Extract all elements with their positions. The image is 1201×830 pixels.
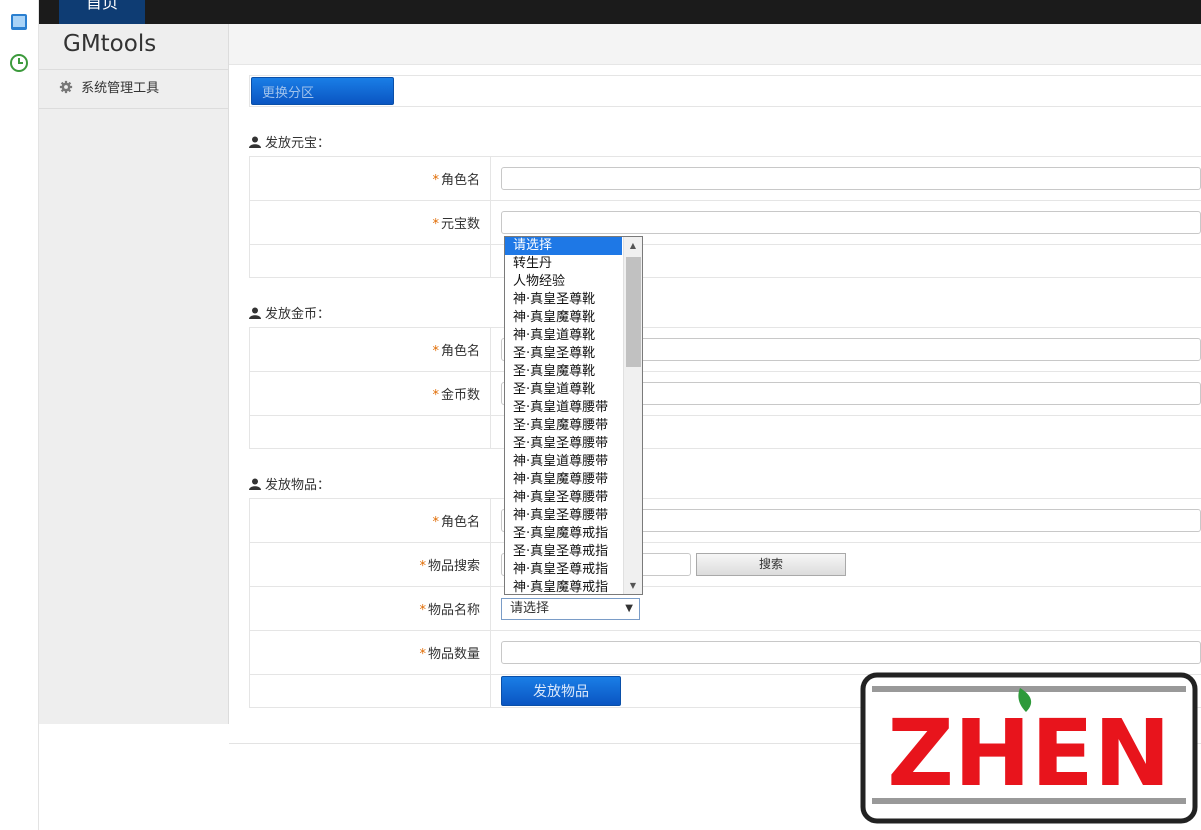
scroll-up-icon[interactable]: ▲ bbox=[624, 237, 642, 254]
dropdown-option[interactable]: 神·真皇道尊腰带 bbox=[505, 453, 642, 471]
user-icon bbox=[249, 478, 261, 490]
item-quantity-input[interactable] bbox=[501, 641, 1201, 664]
brand-title: GMtools bbox=[39, 24, 228, 70]
dropdown-option[interactable]: 神·真皇魔尊戒指 bbox=[505, 579, 642, 594]
form-gold: * 角色名 * 金币数 bbox=[249, 327, 1201, 449]
sidebar: GMtools 系统管理工具 bbox=[39, 24, 229, 724]
dropdown-option[interactable]: 神·真皇道尊靴 bbox=[505, 327, 642, 345]
dropdown-option[interactable]: 圣·真皇圣尊戒指 bbox=[505, 543, 642, 561]
home-tab[interactable]: 首页 bbox=[59, 0, 145, 24]
field-label: * 物品名称 bbox=[249, 586, 491, 631]
dropdown-option[interactable]: 请选择 bbox=[505, 237, 622, 255]
dropdown-option[interactable]: 人物经验 bbox=[505, 273, 642, 291]
dropdown-option[interactable]: 圣·真皇魔尊戒指 bbox=[505, 525, 642, 543]
switch-partition-button[interactable]: 更换分区 bbox=[251, 77, 394, 105]
field-label: * 角色名 bbox=[249, 498, 491, 543]
left-toolbar bbox=[0, 0, 39, 830]
field-label: * 角色名 bbox=[249, 156, 491, 201]
search-button[interactable]: 搜索 bbox=[696, 553, 846, 576]
dropdown-option[interactable]: 转生丹 bbox=[505, 255, 642, 273]
send-items-button[interactable]: 发放物品 bbox=[501, 676, 621, 706]
form-ingots: * 角色名 * 元宝数 bbox=[249, 156, 1201, 278]
dropdown-option[interactable]: 圣·真皇魔尊腰带 bbox=[505, 417, 642, 435]
switch-partition-row: 更换分区 bbox=[249, 75, 1201, 107]
user-icon bbox=[249, 136, 261, 148]
dropdown-option[interactable]: 圣·真皇道尊靴 bbox=[505, 381, 642, 399]
section-title-gold: 发放金币： bbox=[249, 303, 330, 322]
dropdown-option[interactable]: 神·真皇魔尊腰带 bbox=[505, 471, 642, 489]
gear-icon bbox=[59, 80, 73, 94]
field-label: * 元宝数 bbox=[249, 200, 491, 245]
dropdown-option[interactable]: 圣·真皇圣尊腰带 bbox=[505, 435, 642, 453]
dropdown-scrollbar[interactable]: ▲ ▼ bbox=[623, 237, 642, 594]
section-title-ingots: 发放元宝： bbox=[249, 132, 330, 151]
dropdown-option[interactable]: 圣·真皇魔尊靴 bbox=[505, 363, 642, 381]
tablet-icon[interactable] bbox=[9, 12, 29, 32]
dropdown-option[interactable]: 圣·真皇圣尊靴 bbox=[505, 345, 642, 363]
ingot-amount-input[interactable] bbox=[501, 211, 1201, 234]
dropdown-option[interactable]: 圣·真皇道尊腰带 bbox=[505, 399, 642, 417]
scrollbar-thumb[interactable] bbox=[626, 257, 641, 367]
dropdown-option[interactable]: 神·真皇圣尊靴 bbox=[505, 291, 642, 309]
field-label: * 金币数 bbox=[249, 371, 491, 416]
sidebar-item-system-tools[interactable]: 系统管理工具 bbox=[39, 70, 228, 109]
dropdown-arrow-icon: ▼ bbox=[625, 602, 633, 614]
dropdown-option[interactable]: 神·真皇圣尊腰带 bbox=[505, 489, 642, 507]
field-label: * 角色名 bbox=[249, 327, 491, 372]
main-header-strip bbox=[229, 24, 1201, 65]
sidebar-item-label: 系统管理工具 bbox=[81, 81, 160, 96]
dropdown-option[interactable]: 神·真皇魔尊靴 bbox=[505, 309, 642, 327]
item-name-select[interactable]: 请选择 ▼ bbox=[501, 597, 640, 620]
field-label: * 物品数量 bbox=[249, 630, 491, 675]
watermark-text: ZHEN bbox=[887, 700, 1171, 807]
section-title-items: 发放物品： bbox=[249, 474, 330, 493]
clock-icon[interactable] bbox=[9, 53, 29, 73]
top-nav-bar: 首页 bbox=[39, 0, 1201, 24]
field-label: * 物品搜索 bbox=[249, 542, 491, 587]
user-icon bbox=[249, 307, 261, 319]
dropdown-option[interactable]: 神·真皇圣尊腰带 bbox=[505, 507, 642, 525]
role-name-input[interactable] bbox=[501, 167, 1201, 190]
zhen-watermark-logo: ZHEN bbox=[860, 672, 1198, 824]
dropdown-option[interactable]: 神·真皇圣尊戒指 bbox=[505, 561, 642, 579]
item-name-dropdown-list[interactable]: 请选择 转生丹 人物经验 神·真皇圣尊靴 神·真皇魔尊靴 神·真皇道尊靴 圣·真皇圣尊靴 圣·… bbox=[504, 236, 643, 595]
scroll-down-icon[interactable]: ▼ bbox=[624, 577, 642, 594]
